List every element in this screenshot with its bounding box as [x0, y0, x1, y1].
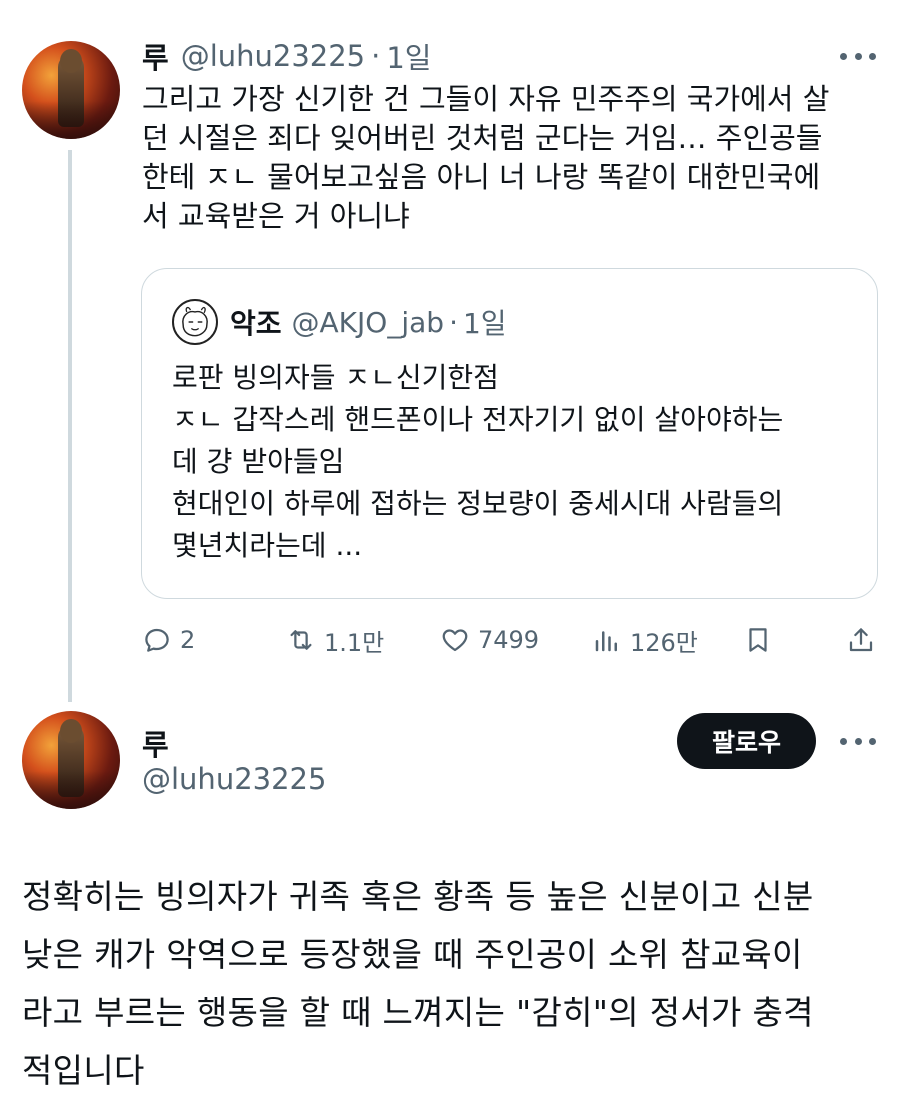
avatar[interactable]: [22, 41, 120, 139]
tweet-action-bar: 2 1.1만 7499 126만: [142, 618, 882, 662]
like-count: 7499: [478, 626, 540, 654]
author-name[interactable]: 루: [142, 35, 169, 77]
tweet-text-line: 서 교육받은 거 아니냐: [142, 199, 410, 233]
quote-time: 1일: [462, 307, 507, 340]
quote-text-line: ㅈㄴ 갑작스레 핸드폰이나 전자기기 없이 살아야하는: [172, 403, 784, 436]
like-icon: [442, 629, 468, 652]
avatar[interactable]: [22, 711, 120, 809]
author-name[interactable]: 루: [142, 722, 169, 764]
avatar-head: [60, 719, 82, 743]
retweet-button[interactable]: 1.1만: [286, 618, 384, 662]
avatar-head: [60, 49, 82, 73]
author-handle[interactable]: @luhu23225: [181, 39, 365, 73]
quote-avatar: [172, 299, 218, 345]
more-icon[interactable]: [840, 731, 876, 751]
quote-text-line: 현대인이 하루에 접하는 정보량이 중세시대 사람들의: [172, 487, 784, 520]
quote-text-line: 몇년치라는데 ...: [172, 529, 363, 562]
views-icon: [595, 631, 617, 652]
reply-button[interactable]: 2: [142, 618, 195, 662]
retweet-count: 1.1만: [324, 628, 385, 657]
doodle-face-icon: [182, 306, 208, 337]
like-button[interactable]: 7499: [440, 618, 539, 662]
tweet-text-line: 라고 부르는 행동을 할 때 느껴지는 "감히"의 정서가 충격: [22, 993, 814, 1032]
quoted-tweet-card[interactable]: 악조 @AKJO_jab · 1일 로판 빙의자들 ㅈㄴ신기한점 ㅈㄴ 갑작스레…: [141, 268, 878, 599]
views-button[interactable]: 126만: [592, 618, 698, 662]
separator-dot: ·: [371, 39, 381, 73]
thread-connector-line: [68, 150, 72, 702]
follow-button[interactable]: 팔로우: [677, 713, 816, 769]
separator-dot: ·: [449, 305, 458, 339]
author-handle[interactable]: @luhu23225: [142, 762, 326, 796]
tweet-header: 루 @luhu23225 · 1일: [142, 36, 432, 76]
quote-text: 로판 빙의자들 ㅈㄴ신기한점 ㅈㄴ 갑작스레 핸드폰이나 전자기기 없이 살아야…: [172, 357, 862, 567]
tweet-text: 그리고 가장 신기한 건 그들이 자유 민주주의 국가에서 살 던 시절은 죄다…: [142, 80, 872, 236]
quote-author-name: 악조: [230, 307, 282, 340]
tweet-text-line: 한테 ㅈㄴ 물어보고싶음 아니 너 나랑 똑같이 대한민국에: [142, 160, 821, 194]
avatar-shade: [22, 771, 120, 809]
share-button[interactable]: [846, 618, 876, 662]
share-icon: [849, 628, 873, 652]
bookmark-icon: [749, 628, 767, 652]
avatar-shade: [22, 101, 120, 139]
tweet-text-line: 적입니다: [22, 1051, 145, 1090]
tweet-text: 정확히는 빙의자가 귀족 혹은 황족 등 높은 신분이고 신분 낮은 캐가 악역…: [22, 868, 882, 1100]
quote-header: 악조 @AKJO_jab · 1일: [230, 301, 507, 343]
tweet-text-line: 던 시절은 죄다 잊어버린 것처럼 군다는 거임… 주인공들: [142, 121, 823, 155]
reply-count: 2: [180, 626, 196, 654]
quote-text-line: 데 걍 받아들임: [172, 445, 345, 478]
view-count: 126만: [630, 628, 698, 657]
reply-icon: [145, 628, 169, 652]
tweet-time[interactable]: 1일: [386, 35, 431, 77]
tweet-text-line: 낮은 캐가 악역으로 등장했을 때 주인공이 소위 참교육이: [22, 935, 803, 974]
tweet-text-line: 그리고 가장 신기한 건 그들이 자유 민주주의 국가에서 살: [142, 82, 830, 116]
more-icon[interactable]: [840, 46, 876, 66]
quote-text-line: 로판 빙의자들 ㅈㄴ신기한점: [172, 361, 499, 394]
bookmark-button[interactable]: [743, 618, 773, 662]
quote-author-handle: @AKJO_jab: [291, 305, 445, 339]
tweet-text-line: 정확히는 빙의자가 귀족 혹은 황족 등 높은 신분이고 신분: [22, 877, 814, 916]
retweet-icon: [290, 630, 312, 650]
